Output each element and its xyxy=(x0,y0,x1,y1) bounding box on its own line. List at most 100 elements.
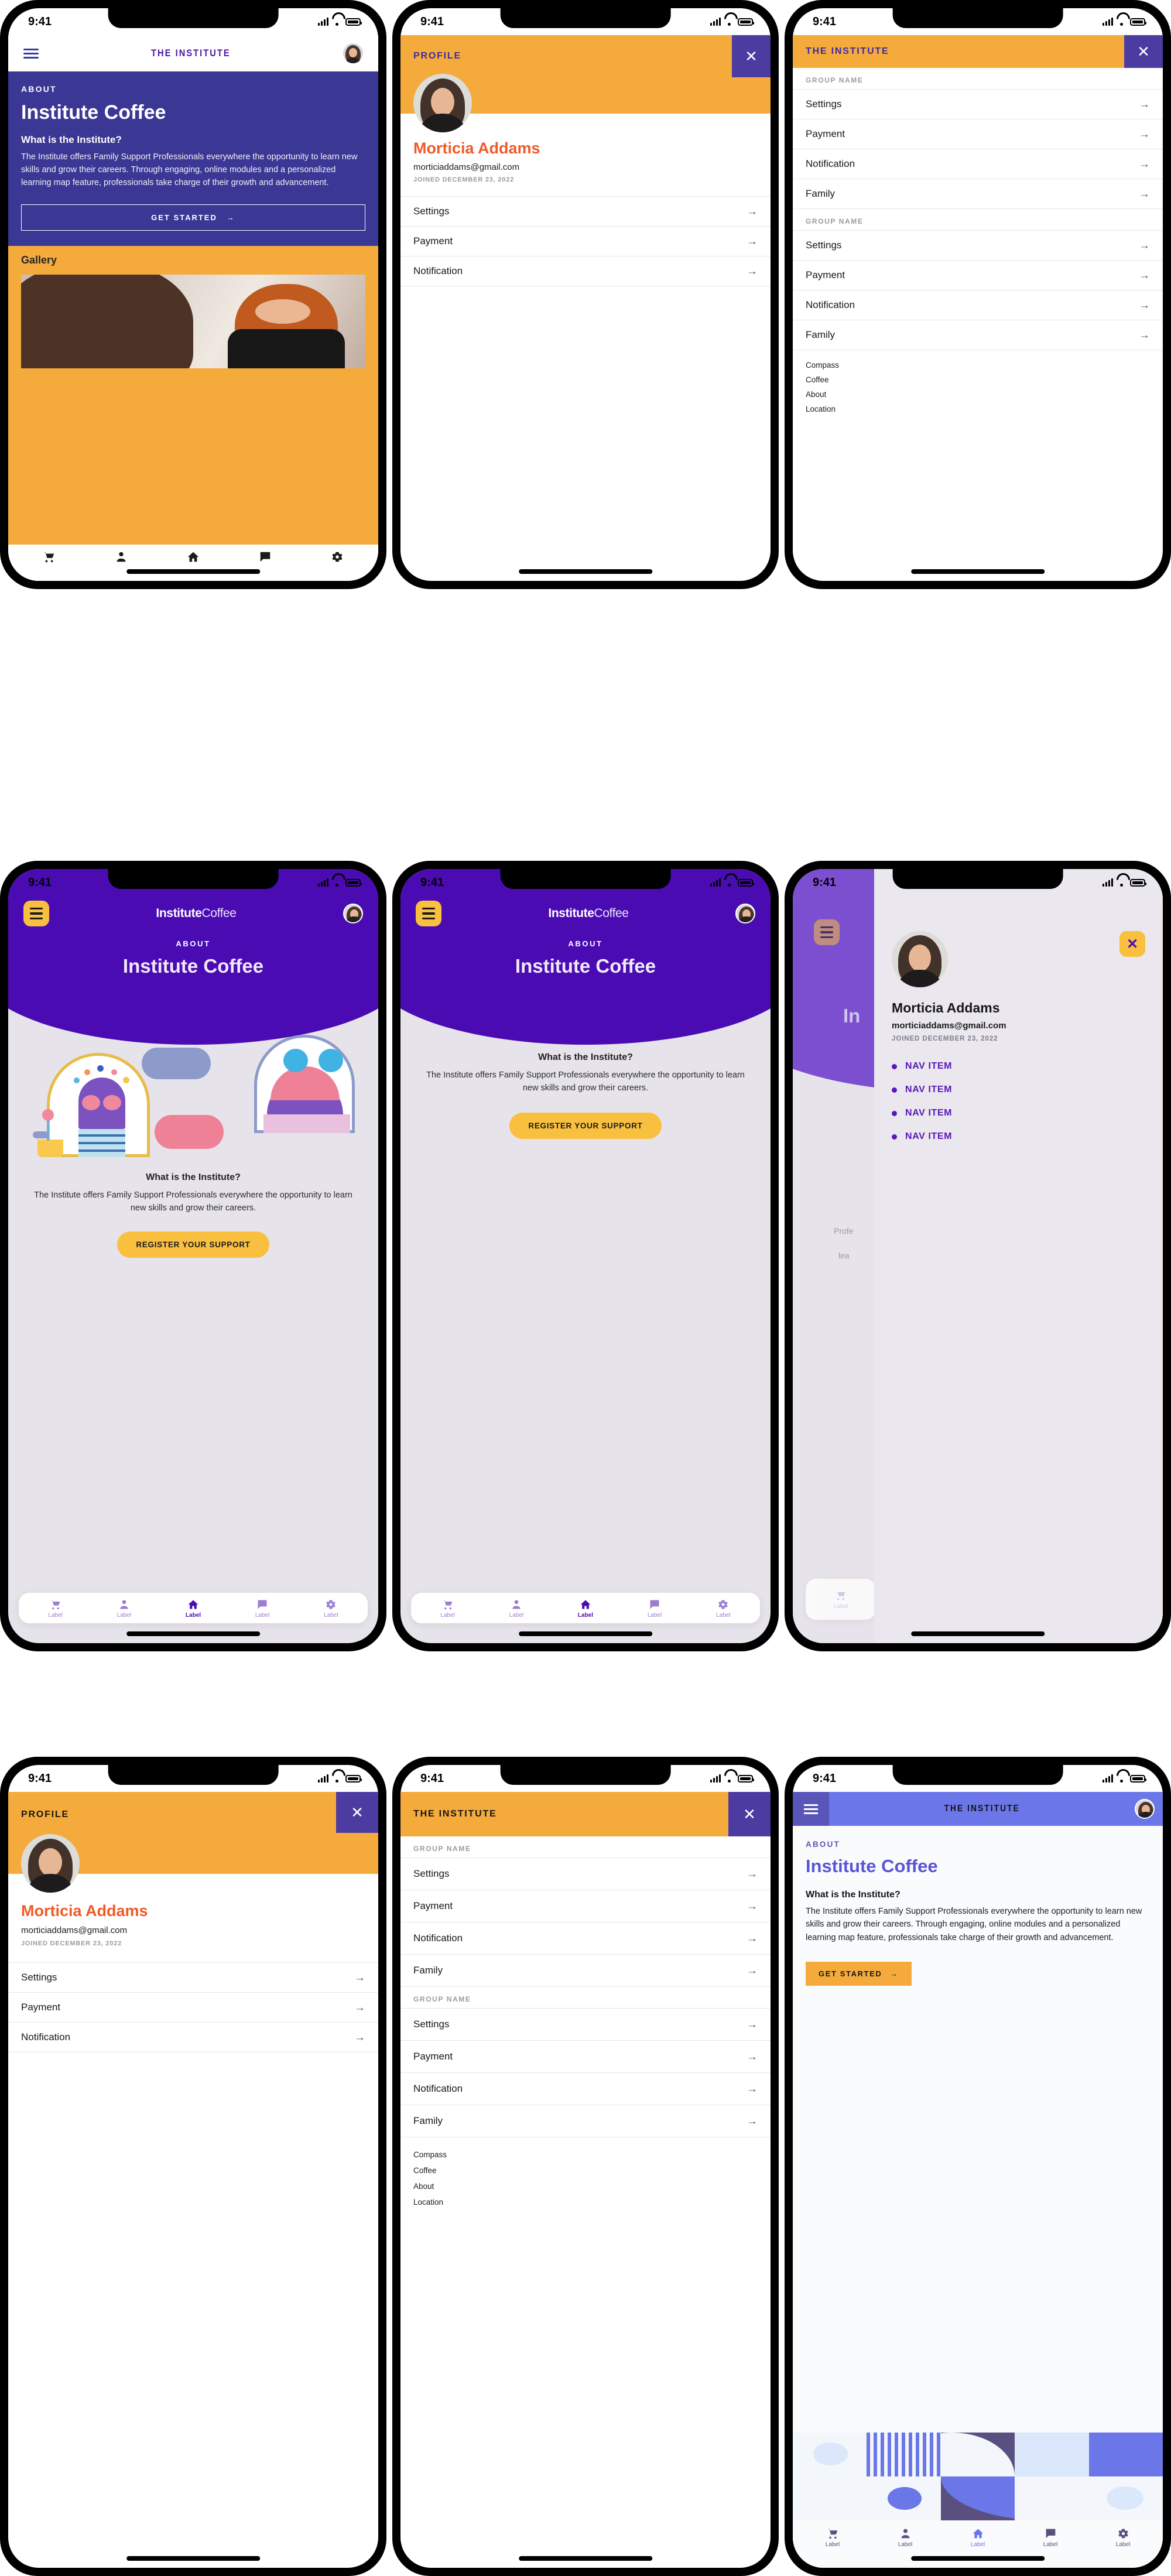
list-item[interactable]: Family → xyxy=(793,179,1163,209)
list-item[interactable]: Notification → xyxy=(400,256,771,286)
tab-home[interactable]: Label xyxy=(578,1599,593,1619)
close-button[interactable]: ✕ xyxy=(1119,931,1145,957)
arrow-right-icon: → xyxy=(747,2018,758,2031)
list-item[interactable]: Settings → xyxy=(793,89,1163,119)
arrow-right-icon: → xyxy=(354,1971,365,1984)
eyebrow-label: ABOUT xyxy=(21,84,57,94)
tab-cart[interactable]: Label xyxy=(826,2527,840,2548)
screenshot-canvas: 9:41 THE INSTITUTE ABOUT Institute Coffe… xyxy=(0,0,1171,2576)
tab-person[interactable]: Label xyxy=(898,2527,912,2548)
list-item[interactable]: Notification → xyxy=(793,149,1163,179)
footer-link[interactable]: Coffee xyxy=(400,2159,771,2175)
close-button[interactable]: ✕ xyxy=(1124,35,1163,68)
hamburger-menu-icon[interactable] xyxy=(793,1792,829,1826)
app-bar: THE INSTITUTE xyxy=(793,1792,1163,1826)
footer-link[interactable]: Compass xyxy=(400,2143,771,2159)
tab-cart[interactable]: Label xyxy=(440,1599,455,1619)
footer-link[interactable]: Coffee xyxy=(793,370,1163,384)
tab-chat[interactable]: Label xyxy=(255,1599,269,1619)
person-icon xyxy=(512,1600,521,1609)
list-item[interactable]: Settings → xyxy=(400,2008,771,2040)
list-item-label: Family xyxy=(806,188,836,199)
tab-label: Label xyxy=(255,1612,270,1619)
get-started-button[interactable]: GET STARTED → xyxy=(806,1962,912,1986)
arrow-right-icon: → xyxy=(1139,299,1150,312)
tab-home[interactable]: Label xyxy=(971,2527,985,2548)
list-item[interactable]: Notification → xyxy=(793,290,1163,320)
tab-settings[interactable]: Label xyxy=(324,1599,338,1619)
list-item[interactable]: Notification → xyxy=(400,2072,771,2105)
tab-settings[interactable] xyxy=(331,550,344,563)
avatar[interactable] xyxy=(343,43,363,63)
avatar[interactable] xyxy=(735,904,755,923)
avatar[interactable] xyxy=(343,904,363,923)
tab-cart[interactable]: Label xyxy=(48,1599,63,1619)
footer-link[interactable]: Location xyxy=(793,399,1163,413)
list-item[interactable]: Payment → xyxy=(793,119,1163,149)
section-question: What is the Institute? xyxy=(806,1890,900,1900)
drawer-nav-item[interactable]: NAV ITEM xyxy=(892,1085,1145,1095)
profile-avatar[interactable] xyxy=(892,931,949,987)
list-item[interactable]: Payment → xyxy=(400,1890,771,1922)
tab-home[interactable] xyxy=(187,550,200,563)
tab-person[interactable]: Label xyxy=(117,1599,131,1619)
tab-settings[interactable]: Label xyxy=(716,1599,731,1619)
tab-settings[interactable]: Label xyxy=(1116,2527,1130,2548)
tab-home[interactable]: Label xyxy=(186,1599,201,1619)
chat-bubble-icon xyxy=(1046,2529,1055,2539)
page-title: Institute Coffee xyxy=(515,955,656,977)
close-button[interactable]: ✕ xyxy=(732,35,771,77)
list-item[interactable]: Settings → xyxy=(400,1857,771,1890)
arrow-right-icon: → xyxy=(747,2115,758,2127)
list-item-label: Settings xyxy=(413,2019,450,2030)
list-item[interactable]: Payment → xyxy=(400,2040,771,2072)
avatar[interactable] xyxy=(1135,1799,1155,1819)
tab-chat[interactable]: Label xyxy=(1043,2527,1057,2548)
footer-link[interactable]: Location xyxy=(400,2191,771,2206)
home-indicator xyxy=(911,569,1045,574)
tab-chat[interactable] xyxy=(259,550,272,563)
hamburger-menu-icon[interactable] xyxy=(416,901,441,926)
list-item[interactable]: Settings → xyxy=(400,196,771,226)
list-item[interactable]: Payment → xyxy=(400,226,771,256)
bottom-tab-bar xyxy=(8,545,378,581)
register-support-button[interactable]: REGISTER YOUR SUPPORT xyxy=(117,1231,269,1258)
close-x-icon: ✕ xyxy=(743,1805,756,1823)
hamburger-menu-icon[interactable] xyxy=(23,48,39,59)
wifi-icon xyxy=(1117,879,1127,887)
hamburger-menu-icon[interactable] xyxy=(814,919,840,945)
drawer-nav-item[interactable]: NAV ITEM xyxy=(892,1131,1145,1142)
list-item[interactable]: Family → xyxy=(793,320,1163,350)
close-button[interactable]: ✕ xyxy=(728,1792,771,1836)
drawer-nav-item[interactable]: NAV ITEM xyxy=(892,1108,1145,1118)
footer-link[interactable]: About xyxy=(400,2175,771,2191)
list-item[interactable]: Payment → xyxy=(8,1992,378,2022)
list-item[interactable]: Family → xyxy=(400,2105,771,2137)
close-button[interactable]: ✕ xyxy=(336,1792,378,1833)
behind-title: In xyxy=(843,1005,861,1027)
footer-link[interactable]: About xyxy=(793,384,1163,399)
list-item-label: Settings xyxy=(806,98,842,110)
register-support-button[interactable]: REGISTER YOUR SUPPORT xyxy=(509,1112,662,1139)
footer-link[interactable]: Compass xyxy=(793,355,1163,370)
tab-person[interactable]: Label xyxy=(509,1599,523,1619)
list-item[interactable]: Notification → xyxy=(8,2022,378,2052)
list-item[interactable]: Family → xyxy=(400,1954,771,1987)
battery-icon xyxy=(1130,1775,1146,1783)
list-item[interactable]: Notification → xyxy=(400,1922,771,1954)
profile-avatar[interactable] xyxy=(21,1834,80,1893)
tab-person[interactable] xyxy=(115,550,128,563)
gallery-image[interactable] xyxy=(21,275,365,369)
profile-avatar[interactable] xyxy=(413,74,472,132)
list-item[interactable]: Payment → xyxy=(793,260,1163,290)
list-item[interactable]: Settings → xyxy=(793,230,1163,260)
close-x-icon: ✕ xyxy=(745,47,758,65)
list-item[interactable]: Settings → xyxy=(8,1962,378,1992)
hamburger-menu-icon[interactable] xyxy=(23,901,49,926)
tab-chat[interactable]: Label xyxy=(648,1599,662,1619)
drawer-nav-item[interactable]: NAV ITEM xyxy=(892,1061,1145,1072)
tab-cart[interactable] xyxy=(43,550,56,563)
get-started-button[interactable]: GET STARTED → xyxy=(21,204,365,231)
arrow-right-icon: → xyxy=(1139,239,1150,252)
app-bar: THE INSTITUTE xyxy=(8,35,378,71)
